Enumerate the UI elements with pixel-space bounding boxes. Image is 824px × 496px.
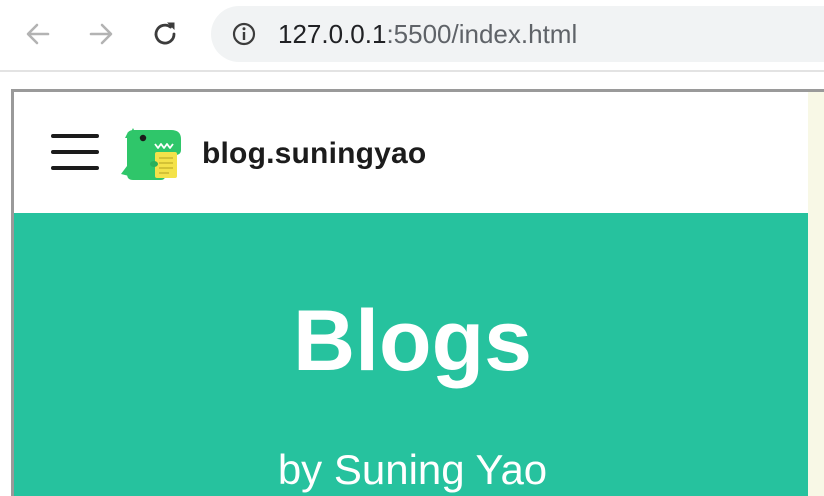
- menu-bar: [51, 166, 99, 170]
- address-bar[interactable]: 127.0.0.1:5500/index.html: [211, 6, 824, 62]
- viewport-side-strip: [808, 92, 824, 496]
- menu-bar: [51, 134, 99, 138]
- reload-icon: [154, 22, 176, 45]
- info-icon[interactable]: [232, 22, 256, 46]
- menu-bar: [51, 150, 99, 154]
- arrow-left-icon: [26, 23, 50, 45]
- hero-banner: Blogs by Suning Yao: [14, 213, 811, 496]
- browser-toolbar: 127.0.0.1:5500/index.html: [0, 0, 824, 70]
- hero-title: Blogs: [293, 293, 532, 389]
- forward-button[interactable]: [84, 17, 118, 51]
- site-header: blog.suningyao: [14, 92, 811, 213]
- toolbar-divider: [0, 70, 824, 72]
- site-title[interactable]: blog.suningyao: [202, 136, 426, 172]
- hamburger-menu-icon[interactable]: [51, 134, 101, 174]
- back-button[interactable]: [21, 17, 55, 51]
- reload-button[interactable]: [148, 17, 182, 51]
- url-path: :5500/index.html: [386, 19, 578, 49]
- url-host: 127.0.0.1: [278, 19, 387, 49]
- page-viewport: blog.suningyao Blogs by Suning Yao: [11, 89, 824, 496]
- dinosaur-logo-icon[interactable]: [121, 124, 187, 182]
- hero-subtitle: by Suning Yao: [277, 446, 548, 493]
- arrow-right-icon: [89, 23, 113, 45]
- url-text[interactable]: 127.0.0.1:5500/index.html: [278, 19, 577, 49]
